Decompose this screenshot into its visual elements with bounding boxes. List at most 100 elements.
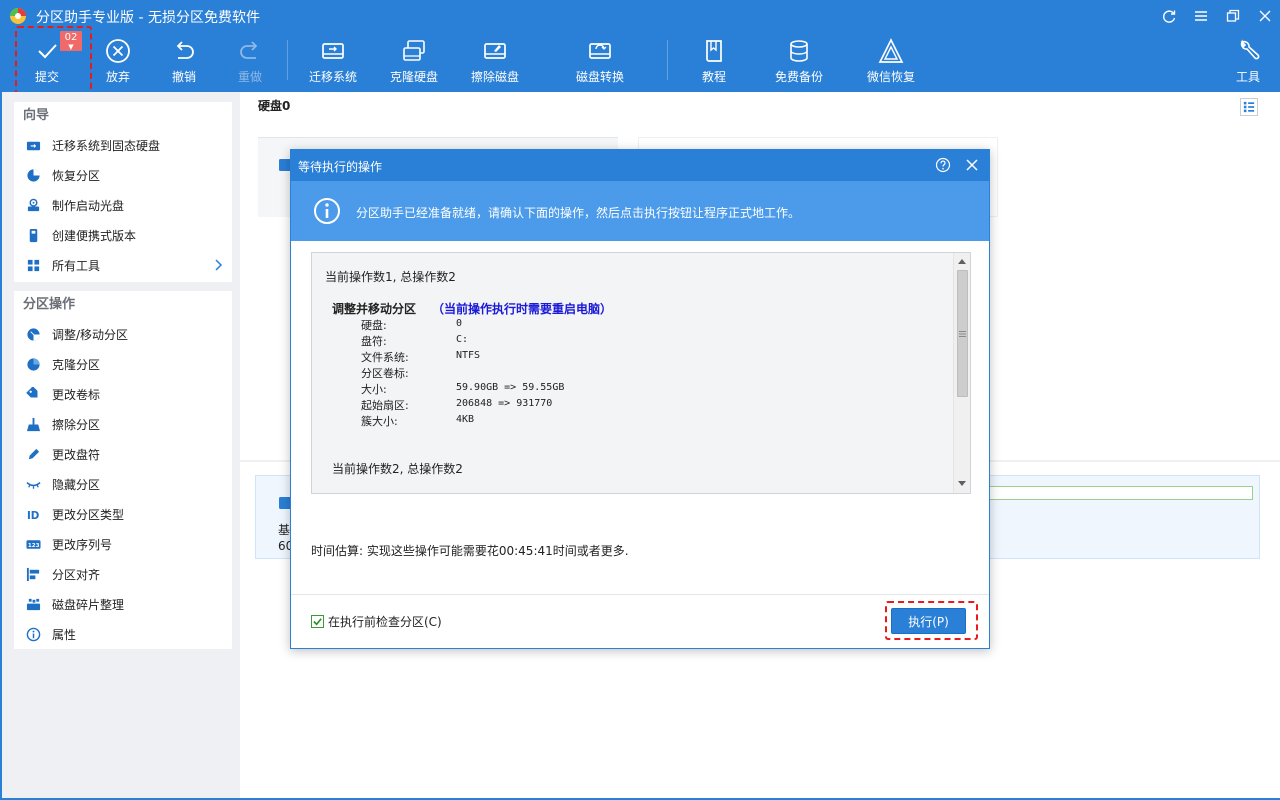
sidebar-item-label: 隐藏分区 — [52, 477, 101, 492]
help-icon[interactable] — [935, 157, 951, 173]
disk-title: 硬盘0 — [258, 99, 291, 113]
check-icon — [38, 44, 57, 59]
sidebar-item-boot-disk[interactable]: 制作启动光盘 — [14, 190, 232, 220]
checkbox[interactable] — [311, 615, 324, 628]
sidebar-item-change-letter[interactable]: 更改盘符 — [14, 439, 232, 469]
convert-label: 磁盘转换 — [575, 70, 624, 84]
dialog-header: 等待执行的操作 — [291, 150, 989, 181]
submit-button[interactable]: 提交 — [30, 36, 64, 88]
wizard-panel: 向导 迁移系统到固态硬盘 恢复分区 制作启动光盘 创建便携式版本 所有工具 — [14, 102, 232, 282]
operations-list[interactable]: 当前操作数1, 总操作数2 调整并移动分区 （当前操作执行时需要重启电脑） 硬盘… — [311, 252, 971, 494]
sidebar-item-recover-partition[interactable]: 恢复分区 — [14, 160, 232, 190]
bootdisk-icon — [25, 197, 41, 213]
defrag-icon — [25, 596, 41, 612]
checkbox-label: 在执行前检查分区(C) — [328, 615, 442, 629]
chevron-right-icon — [215, 259, 223, 271]
sidebar-item-label: 所有工具 — [52, 258, 101, 273]
tag-icon — [25, 386, 41, 402]
window-controls — [1152, 0, 1280, 32]
undo-label: 撤销 — [171, 70, 196, 84]
footer-divider — [291, 594, 989, 595]
convert-disk-icon — [589, 43, 611, 59]
wipe-label: 擦除磁盘 — [470, 70, 519, 84]
sidebar-item-wipe-partition[interactable]: 擦除分区 — [14, 409, 232, 439]
migrate-os-button[interactable]: 迁移系统 — [306, 36, 360, 88]
sidebar-item-migrate-ssd[interactable]: 迁移系统到固态硬盘 — [14, 130, 232, 160]
check-before-execute[interactable]: 在执行前检查分区(C) — [311, 613, 442, 630]
refresh-icon[interactable] — [1154, 0, 1184, 32]
wipe-disk-icon — [484, 43, 506, 59]
sidebar-item-resize-move[interactable]: 调整/移动分区 — [14, 319, 232, 349]
sidebar-item-all-tools[interactable]: 所有工具 — [14, 250, 232, 280]
sidebar-item-change-type[interactable]: ID 更改分区类型 — [14, 499, 232, 529]
redo-button[interactable]: 重做 — [233, 36, 267, 88]
discard-label: 放弃 — [105, 70, 130, 84]
tools-button[interactable]: 工具 — [1233, 36, 1263, 88]
serial-icon: 123 — [25, 536, 41, 552]
sidebar-item-label: 更改序列号 — [52, 537, 113, 552]
svg-text:123: 123 — [27, 542, 39, 548]
clone-disk-icon — [403, 40, 425, 61]
partition-ops-title: 分区操作 — [23, 297, 76, 312]
info-icon — [25, 626, 41, 642]
sidebar-item-properties[interactable]: 属性 — [14, 619, 232, 649]
op2-header: 当前操作数2, 总操作数2 — [332, 462, 463, 476]
redo-label: 重做 — [237, 70, 262, 84]
sidebar-item-label: 擦除分区 — [52, 417, 101, 432]
sidebar-item-defrag[interactable]: 磁盘碎片整理 — [14, 589, 232, 619]
convert-disk-button[interactable]: 磁盘转换 — [573, 36, 627, 88]
restore-icon[interactable] — [1218, 0, 1248, 32]
scroll-up-arrow-icon[interactable] — [954, 253, 970, 269]
cancel-circle-icon — [106, 39, 130, 63]
redo-icon — [240, 41, 258, 59]
wechat-recovery-icon — [878, 38, 904, 63]
sidebar-item-label: 迁移系统到固态硬盘 — [52, 138, 161, 153]
tutorial-label: 教程 — [701, 70, 726, 84]
sidebar-item-hide-partition[interactable]: 隐藏分区 — [14, 469, 232, 499]
scroll-thumb[interactable] — [957, 270, 968, 397]
sidebar-item-align[interactable]: 分区对齐 — [14, 559, 232, 589]
execute-button[interactable]: 执行(P) — [891, 608, 966, 634]
menu-icon[interactable] — [1186, 0, 1216, 32]
title-bar: 分区助手专业版 - 无损分区免费软件 — [0, 0, 1280, 32]
wechat-label: 微信恢复 — [866, 70, 915, 84]
sidebar-item-portable[interactable]: 创建便携式版本 — [14, 220, 232, 250]
dialog-title: 等待执行的操作 — [298, 160, 383, 174]
wrench-icon — [1240, 39, 1260, 60]
undo-button[interactable]: 撤销 — [167, 36, 201, 88]
pending-operations-dialog: 等待执行的操作 分区助手已经准备就绪，请确认下面的操作，然后点击执行按钮让程序正… — [290, 149, 990, 649]
checkmark-icon — [313, 618, 322, 626]
sidebar-item-label: 制作启动光盘 — [52, 198, 125, 213]
sidebar-item-change-serial[interactable]: 123 更改序列号 — [14, 529, 232, 559]
disk-type-text: 基 — [278, 523, 291, 537]
partition-usage-bar[interactable] — [986, 486, 1253, 500]
clone-disk-button[interactable]: 克隆硬盘 — [387, 36, 441, 88]
grid-icon — [25, 257, 41, 273]
migrate-disk-icon — [322, 43, 344, 59]
recover-icon — [25, 167, 41, 183]
operations-scrollbar[interactable] — [953, 253, 970, 493]
sidebar-item-clone-partition[interactable]: 克隆分区 — [14, 349, 232, 379]
sidebar-item-label: 磁盘碎片整理 — [52, 597, 125, 612]
undo-icon — [176, 41, 194, 59]
close-icon[interactable] — [1250, 0, 1280, 32]
free-backup-button[interactable]: 免费备份 — [772, 36, 826, 88]
op1-reboot-note: （当前操作执行时需要重启电脑） — [432, 302, 613, 316]
clone-icon — [25, 356, 41, 372]
scroll-down-arrow-icon[interactable] — [954, 476, 970, 492]
eye-closed-icon — [25, 476, 41, 492]
tutorial-button[interactable]: 教程 — [697, 36, 731, 88]
clone-label: 克隆硬盘 — [389, 70, 438, 84]
view-toggle-button[interactable] — [1240, 98, 1258, 116]
close-icon[interactable] — [963, 156, 981, 174]
info-message: 分区助手已经准备就绪，请确认下面的操作，然后点击执行按钮让程序正式地工作。 — [356, 206, 801, 220]
discard-button[interactable]: 放弃 — [101, 36, 135, 88]
portable-icon — [25, 227, 41, 243]
sidebar-item-label: 克隆分区 — [52, 357, 101, 372]
id-icon: ID — [25, 506, 41, 522]
migrate-icon — [25, 137, 41, 153]
sidebar-item-change-label[interactable]: 更改卷标 — [14, 379, 232, 409]
sidebar-item-label: 更改盘符 — [52, 447, 101, 462]
wipe-disk-button[interactable]: 擦除磁盘 — [468, 36, 522, 88]
wechat-recovery-button[interactable]: 微信恢复 — [864, 36, 918, 88]
